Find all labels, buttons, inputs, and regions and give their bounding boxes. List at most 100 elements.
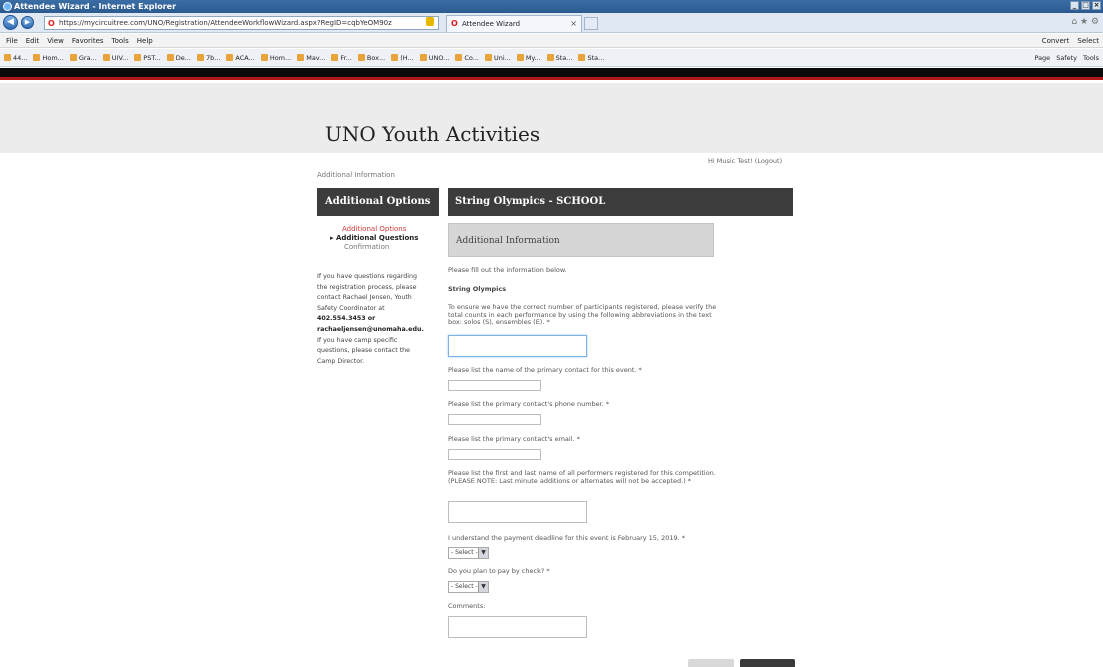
favorite-link[interactable]: Hom...	[33, 49, 63, 67]
help-line: the registration process, please	[317, 283, 417, 291]
continue-button[interactable]	[740, 659, 795, 667]
menu-right-item[interactable]: Convert	[1042, 34, 1070, 48]
favorite-link[interactable]: Uni...	[485, 49, 511, 67]
sidebar-header: Additional Options	[317, 188, 439, 216]
window-controls: _ □ ×	[1070, 1, 1101, 10]
address-bar[interactable]: O https://mycircuitree.com/UNO/Registrat…	[44, 16, 439, 30]
tab-close-icon[interactable]: ×	[570, 16, 577, 32]
help-line: If you have camp specific	[317, 336, 398, 344]
question-payment-deadline-label: I understand the payment deadline for th…	[448, 534, 685, 542]
help-line: Safety Coordinator at	[317, 304, 385, 312]
chevron-down-icon: ▼	[478, 548, 488, 558]
favorite-link[interactable]: UIV...	[103, 49, 128, 67]
favorite-link[interactable]: Sta...	[547, 49, 573, 67]
favorites-items: 44... Hom... Gra... UIV... PST... De... 7b... A…	[4, 49, 604, 67]
menu-bar: File Edit View Favorites Tools Help Convert Se…	[0, 34, 1103, 48]
select-value: - Select -	[451, 549, 478, 556]
lock-icon[interactable]	[426, 17, 434, 26]
chevron-down-icon: ▼	[478, 582, 488, 592]
menu-right-item[interactable]: Select	[1077, 34, 1099, 48]
command-button[interactable]: Page	[1034, 49, 1050, 67]
question-performers-label: Please list the first and last name of a…	[448, 469, 716, 485]
command-button[interactable]: Safety	[1056, 49, 1077, 67]
performers-textarea[interactable]	[448, 501, 587, 523]
favorite-link[interactable]: Gra...	[70, 49, 97, 67]
favorite-link[interactable]: 44...	[4, 49, 27, 67]
menu-item[interactable]: Favorites	[72, 34, 104, 48]
payment-deadline-select[interactable]: - Select - ▼	[448, 547, 489, 559]
header-area	[0, 83, 1103, 153]
question-contact-name-label: Please list the name of the primary cont…	[448, 366, 642, 374]
favorite-link[interactable]: Fr...	[331, 49, 352, 67]
maximize-icon[interactable]: □	[1081, 1, 1090, 10]
favorite-link[interactable]: (H...	[391, 49, 414, 67]
forward-icon[interactable]: ▶	[21, 16, 34, 29]
command-items: Page Safety Tools	[1034, 49, 1099, 67]
help-line: Camp Director.	[317, 357, 365, 365]
event-header: String Olympics - SCHOOL	[448, 188, 793, 216]
new-tab-button[interactable]	[584, 17, 598, 30]
tab-site-icon: O	[451, 19, 458, 28]
wizard-steps: Additional Options ▸ Additional Question…	[330, 225, 418, 252]
site-icon: O	[48, 19, 55, 28]
minimize-icon[interactable]: _	[1070, 1, 1079, 10]
help-line: contact Rachael Jensen, Youth	[317, 294, 412, 302]
favorite-link[interactable]: UNO...	[420, 49, 450, 67]
window-title-bar: Attendee Wizard - Internet Explorer _ □ …	[0, 0, 1103, 13]
question-counts-label: To ensure we have the correct number of …	[448, 303, 717, 326]
step-additional-questions: ▸ Additional Questions	[330, 234, 419, 242]
question-pay-by-check-label: Do you plan to pay by check? *	[448, 567, 550, 575]
command-button[interactable]: Tools	[1083, 49, 1099, 67]
site-title: UNO Youth Activities	[325, 122, 541, 146]
question-phone-label: Please list the primary contact's phone …	[448, 400, 610, 408]
site-banner	[0, 68, 1103, 80]
favorite-link[interactable]: Box...	[358, 49, 385, 67]
menu-item[interactable]: File	[6, 34, 18, 48]
favorites-bar: 44... Hom... Gra... UIV... PST... De... 7b... A…	[0, 49, 1103, 67]
contact-phone-input[interactable]	[448, 414, 541, 425]
menu-items: File Edit View Favorites Tools Help	[6, 34, 153, 48]
pay-by-check-select[interactable]: - Select - ▼	[448, 581, 489, 593]
close-icon[interactable]: ×	[1092, 1, 1101, 10]
sidebar-help-text: If you have questions regarding the regi…	[317, 272, 435, 367]
back-icon[interactable]: ◀	[3, 15, 18, 30]
menu-item[interactable]: Tools	[112, 34, 129, 48]
section-header: Additional Information	[448, 223, 714, 257]
comments-textarea[interactable]	[448, 616, 587, 638]
help-line: questions, please contact the	[317, 347, 411, 355]
contact-email-input[interactable]	[448, 449, 541, 460]
menu-item[interactable]: Help	[137, 34, 153, 48]
menu-item[interactable]: Edit	[26, 34, 40, 48]
home-star-gear-icons[interactable]: ⌂ ★ ⚙	[1071, 17, 1099, 27]
counts-textarea[interactable]	[448, 335, 587, 357]
comments-label: Comments:	[448, 602, 486, 610]
browser-tab[interactable]: O Attendee Wizard ×	[446, 15, 582, 32]
favorite-link[interactable]: My...	[517, 49, 541, 67]
favorite-link[interactable]: Hom...	[261, 49, 291, 67]
favorite-link[interactable]: ACA...	[226, 49, 254, 67]
tab-title: Attendee Wizard	[462, 20, 521, 28]
favorite-link[interactable]: PST...	[134, 49, 160, 67]
ie-icon	[3, 2, 12, 11]
menu-item[interactable]: View	[47, 34, 64, 48]
contact-name-input[interactable]	[448, 380, 541, 391]
address-row: ◀ ▶ O https://mycircuitree.com/UNO/Regis…	[0, 13, 1103, 33]
menu-right-items: Convert Select	[1042, 34, 1099, 48]
help-line: If you have questions regarding	[317, 273, 417, 280]
form-group-title: String Olympics	[448, 285, 507, 293]
window-title: Attendee Wizard - Internet Explorer	[14, 2, 177, 11]
greeting-logout-link[interactable]: Hi Music Test! (Logout)	[708, 157, 782, 165]
favorite-link[interactable]: 7b...	[197, 49, 220, 67]
favorite-link[interactable]: Sta...	[578, 49, 604, 67]
address-text: https://mycircuitree.com/UNO/Registratio…	[59, 19, 392, 27]
question-email-label: Please list the primary contact's email.…	[448, 435, 580, 443]
select-value: - Select -	[451, 583, 478, 590]
help-email[interactable]: rachaeljensen@unomaha.edu.	[317, 325, 435, 336]
step-additional-options[interactable]: Additional Options	[330, 225, 418, 234]
help-phone: 402.554.3453 or	[317, 315, 376, 323]
form-intro: Please fill out the information below.	[448, 266, 567, 274]
favorite-link[interactable]: De...	[167, 49, 191, 67]
back-button[interactable]	[688, 659, 734, 667]
favorite-link[interactable]: Co...	[455, 49, 479, 67]
favorite-link[interactable]: Mav...	[297, 49, 325, 67]
